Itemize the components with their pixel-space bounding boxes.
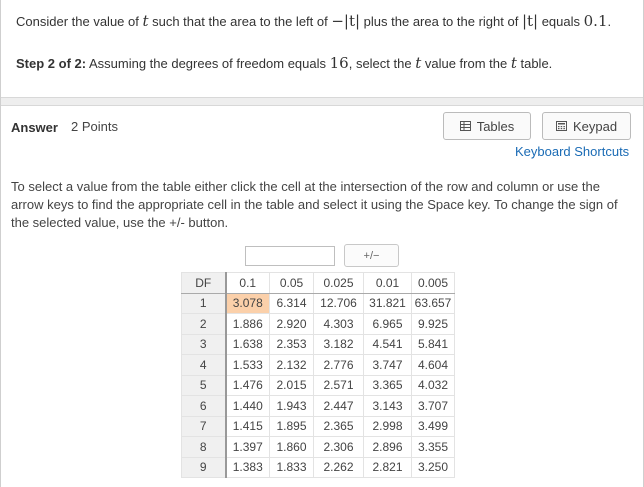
t-value-cell[interactable]: 1.476 — [225, 374, 270, 396]
t-value-cell[interactable]: 2.353 — [269, 333, 314, 355]
df-cell: 8 — [181, 436, 227, 458]
step-label: Step 2 of 2: — [16, 56, 87, 71]
df-cell: 4 — [181, 354, 227, 376]
step-text: Step 2 of 2: Assuming the degrees of fre… — [16, 54, 553, 72]
table-row: 4 1.533 2.132 2.776 3.747 4.604 — [181, 354, 455, 376]
table-row: 5 1.476 2.015 2.571 3.365 4.032 — [181, 374, 455, 396]
table-row: 9 1.383 1.833 2.262 2.821 3.250 — [181, 456, 455, 478]
t-value-cell[interactable]: 1.440 — [225, 395, 270, 417]
tables-button-label: Tables — [476, 118, 515, 134]
table-row: 3 1.638 2.353 3.182 4.541 5.841 — [181, 333, 455, 355]
t-value-cell[interactable]: 2.998 — [363, 415, 412, 437]
sign-toggle-button[interactable]: +/− — [344, 244, 399, 267]
t-value-cell[interactable]: 6.965 — [363, 313, 412, 335]
header-alpha: 0.005 — [411, 272, 455, 294]
t-value-cell[interactable]: 2.262 — [313, 456, 364, 478]
t-value-cell[interactable]: 3.355 — [411, 436, 455, 458]
section-divider — [1, 97, 643, 106]
t-value-cell[interactable]: 63.657 — [411, 292, 455, 314]
frame-left-border — [0, 0, 1, 487]
t-value-cell[interactable]: 3.250 — [411, 456, 455, 478]
df-cell: 6 — [181, 395, 227, 417]
t-value-cell[interactable]: 3.182 — [313, 333, 364, 355]
header-df: DF — [181, 272, 227, 294]
t-value-cell[interactable]: 3.499 — [411, 415, 455, 437]
df-cell: 9 — [181, 456, 227, 478]
t-table-header-row: DF 0.1 0.05 0.025 0.01 0.005 — [181, 272, 455, 294]
t-value-cell[interactable]: 2.132 — [269, 354, 314, 376]
t-value-cell[interactable]: 2.920 — [269, 313, 314, 335]
df-cell: 2 — [181, 313, 227, 335]
t-value-cell[interactable]: 4.541 — [363, 333, 412, 355]
df-cell: 1 — [181, 292, 227, 314]
t-value-cell[interactable]: 3.143 — [363, 395, 412, 417]
header-alpha: 0.01 — [363, 272, 412, 294]
t-value-cell[interactable]: 4.303 — [313, 313, 364, 335]
header-alpha: 0.1 — [225, 272, 270, 294]
points-label: 2 Points — [71, 119, 118, 134]
t-value-cell[interactable]: 5.841 — [411, 333, 455, 355]
t-value-cell[interactable]: 2.447 — [313, 395, 364, 417]
table-row: 7 1.415 1.895 2.365 2.998 3.499 — [181, 415, 455, 437]
t-value-cell[interactable]: 2.821 — [363, 456, 412, 478]
t-value-cell[interactable]: 1.415 — [225, 415, 270, 437]
t-value-cell[interactable]: 1.895 — [269, 415, 314, 437]
t-value-cell[interactable]: 31.821 — [363, 292, 412, 314]
t-value-cell[interactable]: 1.397 — [225, 436, 270, 458]
keypad-button-label: Keypad — [572, 118, 618, 134]
table-row: 1 3.078 6.314 12.706 31.821 63.657 — [181, 292, 455, 314]
t-value-cell[interactable]: 6.314 — [269, 292, 314, 314]
t-value-cell[interactable]: 1.638 — [225, 333, 270, 355]
t-value-cell-selected[interactable]: 3.078 — [225, 292, 270, 314]
keypad-button[interactable]: Keypad — [542, 112, 631, 140]
t-value-cell[interactable]: 2.896 — [363, 436, 412, 458]
table-row: 6 1.440 1.943 2.447 3.143 3.707 — [181, 395, 455, 417]
t-table: DF 0.1 0.05 0.025 0.01 0.005 1 3.078 6.3… — [181, 272, 455, 478]
t-value-cell[interactable]: 4.032 — [411, 374, 455, 396]
header-alpha: 0.025 — [313, 272, 364, 294]
df-cell: 5 — [181, 374, 227, 396]
table-row: 2 1.886 2.920 4.303 6.965 9.925 — [181, 313, 455, 335]
answer-label: Answer — [11, 120, 58, 135]
question-text: Consider the value of t such that the ar… — [16, 12, 612, 30]
t-value-cell[interactable]: 3.747 — [363, 354, 412, 376]
t-value-cell[interactable]: 2.571 — [313, 374, 364, 396]
t-value-cell[interactable]: 2.306 — [313, 436, 364, 458]
t-value-cell[interactable]: 9.925 — [411, 313, 455, 335]
calculator-icon — [555, 121, 567, 131]
df-cell: 7 — [181, 415, 227, 437]
df-cell: 3 — [181, 333, 227, 355]
t-value-cell[interactable]: 3.365 — [363, 374, 412, 396]
table-grid-icon — [459, 121, 471, 131]
header-alpha: 0.05 — [269, 272, 314, 294]
t-value-cell[interactable]: 3.707 — [411, 395, 455, 417]
t-value-cell[interactable]: 1.943 — [269, 395, 314, 417]
t-value-cell[interactable]: 1.533 — [225, 354, 270, 376]
t-value-cell[interactable]: 2.365 — [313, 415, 364, 437]
t-value-cell[interactable]: 2.015 — [269, 374, 314, 396]
t-value-cell[interactable]: 1.833 — [269, 456, 314, 478]
t-value-cell[interactable]: 1.886 — [225, 313, 270, 335]
tables-button[interactable]: Tables — [443, 112, 531, 140]
table-row: 8 1.397 1.860 2.306 2.896 3.355 — [181, 436, 455, 458]
t-value-cell[interactable]: 1.860 — [269, 436, 314, 458]
t-value-cell[interactable]: 4.604 — [411, 354, 455, 376]
t-value-cell[interactable]: 1.383 — [225, 456, 270, 478]
keyboard-shortcuts-link[interactable]: Keyboard Shortcuts — [515, 144, 629, 159]
t-value-input[interactable] — [245, 246, 335, 266]
instructions-text: To select a value from the table either … — [11, 179, 618, 230]
t-value-cell[interactable]: 12.706 — [313, 292, 364, 314]
t-value-cell[interactable]: 2.776 — [313, 354, 364, 376]
